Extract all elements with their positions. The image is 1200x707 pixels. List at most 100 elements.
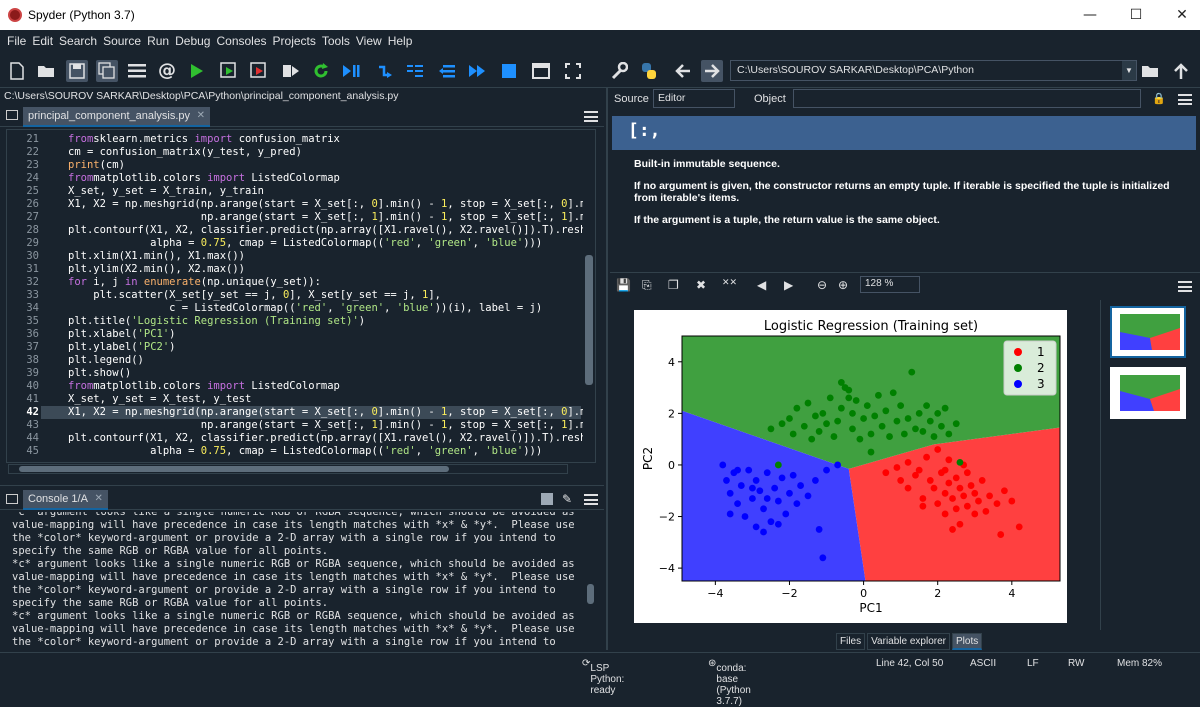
browse-folder-icon[interactable] bbox=[1140, 60, 1162, 82]
code-line[interactable]: np.arange(start = X_set[:, 1].min() - 1,… bbox=[68, 419, 587, 432]
scrollbar-thumb[interactable] bbox=[19, 466, 449, 472]
close-all-plots-icon[interactable]: ✕✕ bbox=[722, 278, 737, 288]
pane-window-icon[interactable] bbox=[6, 110, 18, 120]
menu-view[interactable]: View bbox=[353, 34, 385, 48]
code-line[interactable]: print(cm) bbox=[68, 159, 125, 172]
chevron-down-icon[interactable]: ▼ bbox=[1122, 61, 1136, 80]
editor-horizontal-scrollbar[interactable] bbox=[8, 464, 568, 474]
zoom-in-icon[interactable]: ⊕ bbox=[838, 278, 848, 292]
debug-icon[interactable] bbox=[340, 60, 362, 82]
menu-edit[interactable]: Edit bbox=[29, 34, 56, 48]
save-icon[interactable] bbox=[66, 60, 88, 82]
run-cell-advance-icon[interactable] bbox=[248, 60, 270, 82]
code-line[interactable]: plt.xlim(X1.min(), X1.max()) bbox=[68, 250, 245, 263]
scrollbar-thumb[interactable] bbox=[585, 255, 593, 385]
code-line[interactable]: plt.ylim(X2.min(), X2.max()) bbox=[68, 263, 245, 276]
minimize-button[interactable]: — bbox=[1067, 0, 1113, 30]
menu-tools[interactable]: Tools bbox=[319, 34, 353, 48]
plots-options-menu-icon[interactable] bbox=[1178, 281, 1192, 292]
new-file-icon[interactable] bbox=[6, 60, 28, 82]
run-cell-icon[interactable] bbox=[218, 60, 240, 82]
back-icon[interactable] bbox=[672, 60, 694, 82]
help-options-menu-icon[interactable] bbox=[1178, 94, 1192, 105]
wrench-icon[interactable] bbox=[608, 60, 630, 82]
close-button[interactable]: ✕ bbox=[1159, 0, 1200, 30]
editor-vertical-scrollbar[interactable] bbox=[583, 130, 595, 460]
stop-icon[interactable] bbox=[498, 60, 520, 82]
menu-debug[interactable]: Debug bbox=[172, 34, 213, 48]
code-line[interactable]: alpha = 0.75, cmap = ListedColormap(('re… bbox=[68, 237, 542, 250]
list-icon[interactable] bbox=[126, 60, 148, 82]
code-line[interactable]: plt.scatter(X_set[y_set == j, 0], X_set[… bbox=[68, 289, 441, 302]
code-line[interactable]: cm = confusion_matrix(y_test, y_pred) bbox=[68, 146, 302, 159]
stop-console-icon[interactable] bbox=[541, 493, 553, 505]
code-line[interactable]: plt.title('Logistic Regression (Training… bbox=[68, 315, 365, 328]
fullscreen-icon[interactable] bbox=[562, 60, 584, 82]
tab-files[interactable]: Files bbox=[836, 633, 866, 650]
editor-tab[interactable]: principal_component_analysis.py ✕ bbox=[23, 107, 211, 127]
menu-projects[interactable]: Projects bbox=[270, 34, 319, 48]
rerun-icon[interactable] bbox=[310, 60, 332, 82]
save-all-plots-icon[interactable]: ⎘ bbox=[642, 278, 652, 293]
save-plot-icon[interactable]: 💾 bbox=[616, 278, 631, 292]
previous-plot-icon[interactable]: ◀ bbox=[757, 278, 766, 292]
save-all-icon[interactable] bbox=[96, 60, 118, 82]
eraser-icon[interactable]: ✎ bbox=[562, 492, 572, 506]
console-scrollbar[interactable] bbox=[585, 514, 596, 644]
tab-plots[interactable]: Plots bbox=[951, 633, 983, 650]
lock-icon[interactable]: 🔒 bbox=[1152, 92, 1166, 105]
working-directory-combo[interactable]: C:\Users\SOUROV SARKAR\Desktop\PCA\Pytho… bbox=[730, 60, 1137, 81]
menu-help[interactable]: Help bbox=[385, 34, 416, 48]
forward-icon[interactable] bbox=[701, 60, 723, 82]
at-icon[interactable]: @ bbox=[156, 60, 178, 82]
step-return-icon[interactable] bbox=[436, 60, 458, 82]
continue-icon[interactable] bbox=[466, 60, 488, 82]
code-line[interactable]: plt.xlabel('PC1') bbox=[68, 328, 175, 341]
object-combo[interactable] bbox=[793, 89, 1141, 108]
code-line[interactable]: c = ListedColormap(('red', 'green', 'blu… bbox=[68, 302, 542, 315]
code-editor[interactable]: 21 22 23 24 25 26 27 28 29 30 31 32 33 34 35 36 37 38 39 40… bbox=[6, 129, 596, 463]
console-tab[interactable]: Console 1/A ✕ bbox=[23, 490, 108, 510]
step-into-icon[interactable] bbox=[404, 60, 426, 82]
code-line[interactable]: alpha = 0.75, cmap = ListedColormap(('re… bbox=[68, 445, 542, 458]
code-line[interactable]: for i, j in enumerate(np.unique(y_set)): bbox=[68, 276, 321, 289]
code-line[interactable]: frommatplotlib.colors import ListedColor… bbox=[68, 172, 340, 185]
maximize-pane-icon[interactable] bbox=[530, 60, 552, 82]
zoom-out-icon[interactable]: ⊖ bbox=[817, 278, 827, 292]
code-line[interactable]: fromsklearn.metrics import confusion_mat… bbox=[68, 133, 340, 146]
console-options-menu-icon[interactable] bbox=[584, 494, 598, 505]
tab-variable-explorer[interactable]: Variable explorer bbox=[867, 633, 950, 650]
editor-options-menu-icon[interactable] bbox=[584, 111, 598, 122]
tab-close-icon[interactable]: ✕ bbox=[95, 493, 103, 504]
code-line[interactable]: X1, X2 = np.meshgrid(np.arange(start = X… bbox=[68, 406, 586, 419]
open-folder-icon[interactable] bbox=[36, 60, 58, 82]
menu-consoles[interactable]: Consoles bbox=[213, 34, 269, 48]
next-plot-icon[interactable]: ▶ bbox=[784, 278, 793, 292]
zoom-field[interactable]: 128 % bbox=[860, 276, 920, 293]
step-icon[interactable] bbox=[374, 60, 396, 82]
ipython-console[interactable]: *c* argument looks like a single numeric… bbox=[6, 512, 596, 648]
code-line[interactable]: X1, X2 = np.meshgrid(np.arange(start = X… bbox=[68, 198, 586, 211]
scrollbar-thumb[interactable] bbox=[587, 584, 594, 604]
tab-close-icon[interactable]: ✕ bbox=[197, 110, 205, 121]
code-line[interactable]: plt.legend() bbox=[68, 354, 144, 367]
code-line[interactable]: plt.contourf(X1, X2, classifier.predict(… bbox=[68, 224, 586, 237]
copy-plot-icon[interactable]: ❐ bbox=[668, 278, 679, 292]
close-plot-icon[interactable]: ✖ bbox=[696, 278, 706, 292]
code-line[interactable]: X_set, y_set = X_test, y_test bbox=[68, 393, 251, 406]
code-line[interactable]: X_set, y_set = X_train, y_train bbox=[68, 185, 264, 198]
run-selection-icon[interactable] bbox=[280, 60, 302, 82]
up-arrow-icon[interactable] bbox=[1170, 60, 1192, 82]
menu-search[interactable]: Search bbox=[56, 34, 100, 48]
run-icon[interactable] bbox=[186, 60, 208, 82]
menu-file[interactable]: File bbox=[4, 34, 29, 48]
code-line[interactable]: frommatplotlib.colors import ListedColor… bbox=[68, 380, 340, 393]
maximize-button[interactable]: ☐ bbox=[1113, 0, 1159, 30]
code-line[interactable]: plt.contourf(X1, X2, classifier.predict(… bbox=[68, 432, 586, 445]
code-line[interactable]: plt.show() bbox=[68, 367, 131, 380]
menu-source[interactable]: Source bbox=[100, 34, 144, 48]
code-line[interactable]: np.arange(start = X_set[:, 1].min() - 1,… bbox=[68, 211, 587, 224]
plot-thumbnail[interactable] bbox=[1110, 367, 1186, 419]
plot-thumbnail[interactable] bbox=[1110, 306, 1186, 358]
source-combo[interactable]: Editor bbox=[653, 89, 735, 108]
